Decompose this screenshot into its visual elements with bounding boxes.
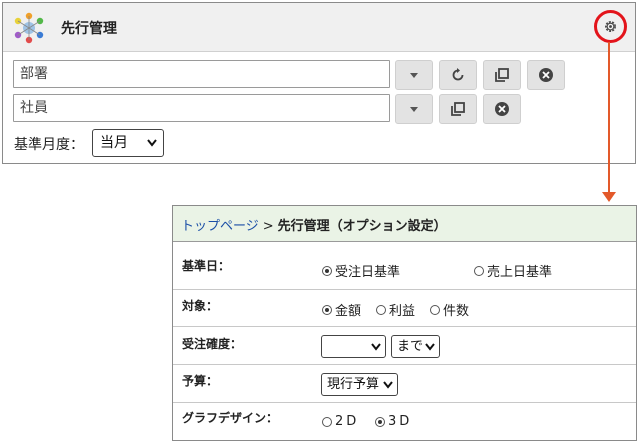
page-title: 先行管理 — [61, 21, 117, 37]
base-date-option-sales[interactable]: 売上日基準 — [474, 261, 552, 280]
radio-selected-icon — [322, 265, 332, 276]
row-divider — [173, 364, 636, 365]
budget-label: 予算： — [182, 374, 219, 388]
target-label: 対象： — [182, 299, 219, 313]
target-option-label: 金額 — [335, 304, 362, 319]
graph-design-option-3d[interactable]: 3D — [375, 414, 412, 429]
radio-selected-icon — [375, 416, 385, 427]
department-clear-button[interactable] — [527, 60, 565, 90]
chevron-down-icon — [410, 73, 418, 78]
target-option-label: 利益 — [389, 304, 416, 319]
option-settings-dialog: トップページ > 先行管理（オプション設定） 基準日： 受注日基準 売上日基準 対象… — [172, 205, 637, 441]
graph-design-option-2d[interactable]: 2D — [322, 414, 359, 429]
breadcrumb-current: 先行管理（オプション設定） — [277, 219, 447, 234]
app-logo-icon — [14, 12, 44, 44]
chevron-down-icon — [383, 381, 393, 389]
order-certainty-until-select[interactable]: まで — [391, 335, 440, 358]
base-date-option-label: 受注日基準 — [335, 265, 401, 280]
base-month-value: 当月 — [100, 135, 128, 151]
chevron-down-icon — [410, 107, 418, 112]
target-option-amount[interactable]: 金額 — [322, 300, 361, 319]
settings-highlight — [594, 10, 627, 43]
refresh-icon — [452, 68, 464, 81]
department-placeholder: 部署 — [20, 66, 48, 82]
callout-arrow-head — [602, 192, 616, 202]
radio-selected-icon — [322, 304, 332, 315]
dialog-header: トップページ > 先行管理（オプション設定） — [173, 206, 636, 242]
chevron-down-icon — [147, 139, 157, 147]
graph-design-option-label: 2D — [335, 414, 360, 429]
breadcrumb-top-page-link[interactable]: トップページ — [181, 219, 259, 234]
callout-arrow-line — [608, 42, 610, 194]
base-month-select[interactable]: 当月 — [92, 129, 164, 157]
row-divider — [173, 326, 636, 327]
graph-design-label: グラフデザイン： — [182, 411, 279, 425]
order-certainty-label: 受注確度： — [182, 337, 243, 351]
clear-icon — [495, 102, 509, 116]
employee-input[interactable]: 社員 — [13, 94, 390, 122]
department-copy-button[interactable] — [483, 60, 521, 90]
target-option-label: 件数 — [443, 304, 470, 319]
radio-unselected-icon — [376, 304, 386, 315]
row-divider — [173, 289, 636, 290]
budget-select[interactable]: 現行予算 — [321, 373, 398, 396]
clear-icon — [539, 68, 553, 82]
breadcrumb-separator: > — [262, 219, 274, 234]
target-option-count[interactable]: 件数 — [430, 300, 469, 319]
base-date-option-label: 売上日基準 — [487, 265, 553, 280]
base-month-label: 基準月度： — [14, 137, 84, 153]
refresh-button[interactable] — [439, 60, 477, 90]
copy-icon — [495, 68, 509, 82]
chevron-down-icon — [425, 343, 435, 351]
main-panel: 先行管理 部署 社員 基準月度： 当月 — [2, 2, 636, 164]
base-date-label: 基準日： — [182, 259, 231, 273]
order-certainty-until-value: まで — [397, 339, 424, 354]
base-date-option-order[interactable]: 受注日基準 — [322, 261, 400, 280]
target-option-profit[interactable]: 利益 — [376, 300, 415, 319]
radio-unselected-icon — [474, 265, 484, 276]
copy-icon — [451, 102, 465, 116]
order-certainty-select[interactable] — [321, 335, 386, 358]
employee-dropdown-button[interactable] — [395, 94, 433, 124]
panel-header: 先行管理 — [3, 3, 635, 52]
radio-unselected-icon — [322, 416, 332, 427]
budget-value: 現行予算 — [327, 377, 380, 392]
row-divider — [173, 402, 636, 403]
department-input[interactable]: 部署 — [13, 60, 390, 88]
breadcrumb: トップページ > 先行管理（オプション設定） — [181, 215, 447, 234]
employee-copy-button[interactable] — [439, 94, 477, 124]
employee-placeholder: 社員 — [20, 100, 48, 116]
radio-unselected-icon — [430, 304, 440, 315]
chevron-down-icon — [371, 343, 381, 351]
gear-icon[interactable] — [603, 19, 618, 34]
graph-design-option-label: 3D — [388, 414, 413, 429]
department-dropdown-button[interactable] — [395, 60, 433, 90]
employee-clear-button[interactable] — [483, 94, 521, 124]
